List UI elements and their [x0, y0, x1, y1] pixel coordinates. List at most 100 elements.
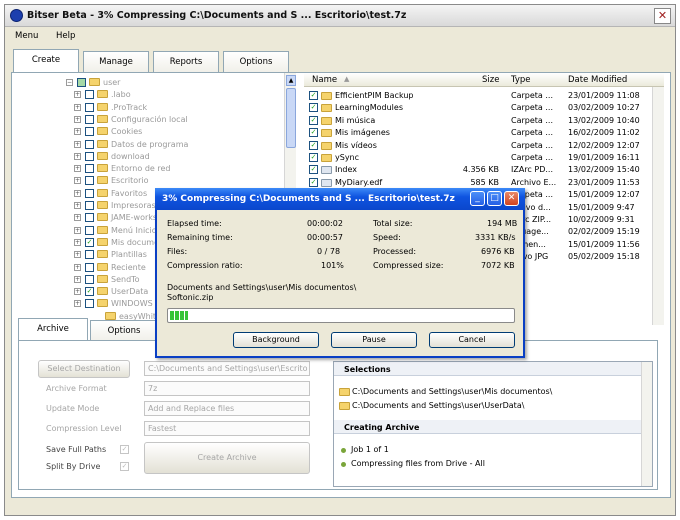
expander-icon[interactable]: +	[74, 251, 81, 259]
select-destination-button[interactable]: Select Destination	[38, 360, 130, 378]
tree-checkbox[interactable]	[85, 201, 94, 210]
expander-icon[interactable]: +	[74, 226, 81, 234]
file-row[interactable]: ✓ ySync Carpeta ... 19/01/2009 16:11	[304, 152, 664, 164]
file-checkbox[interactable]: ✓	[309, 165, 318, 175]
selections-scrollbar[interactable]	[641, 362, 652, 486]
tree-checkbox[interactable]: ✓	[85, 237, 94, 247]
tree-item-label: Cookies	[111, 127, 143, 137]
tree-checkbox[interactable]	[85, 127, 94, 137]
expander-icon[interactable]: +	[74, 128, 81, 136]
current-path: Documents and Settings\user\Mis document…	[167, 283, 357, 292]
col-name[interactable]: Name	[312, 75, 337, 85]
file-row[interactable]: ✓ MyDiary.edf 585 KB Archivo E... 23/01/2009…	[304, 177, 664, 189]
tree-checkbox[interactable]	[85, 225, 94, 235]
tree-item[interactable]: + download	[60, 151, 284, 162]
tree-checkbox[interactable]	[85, 188, 94, 198]
tree-checkbox[interactable]	[85, 274, 94, 284]
tab-create[interactable]: Create	[13, 49, 79, 73]
selections-title: Selections	[344, 365, 391, 374]
tree-item[interactable]: + .labo	[60, 89, 284, 100]
expander-icon[interactable]: +	[74, 165, 81, 173]
expander-icon[interactable]: +	[74, 103, 81, 111]
tab-archive[interactable]: Archive	[18, 318, 88, 342]
list-scrollbar[interactable]	[652, 87, 664, 325]
tree-checkbox[interactable]	[85, 114, 94, 124]
compression-level-select[interactable]: Fastest	[144, 421, 310, 436]
tree-checkbox[interactable]	[85, 90, 94, 100]
expander-icon[interactable]: +	[74, 152, 81, 160]
file-row[interactable]: ✓ Index 4.356 KB IZArc PD... 13/02/2009 15:4…	[304, 164, 664, 176]
create-archive-button[interactable]: Create Archive	[144, 442, 310, 474]
pause-button[interactable]: Pause	[331, 332, 417, 348]
tree-item[interactable]: + Escritorio	[60, 175, 284, 186]
expander-icon[interactable]: +	[74, 140, 81, 148]
tree-item[interactable]: + Configuración local	[60, 114, 284, 125]
tab-manage[interactable]: Manage	[83, 51, 149, 73]
file-checkbox[interactable]: ✓	[309, 128, 318, 138]
file-checkbox[interactable]: ✓	[309, 115, 318, 125]
expander-icon[interactable]: +	[74, 214, 81, 222]
tree-checkbox[interactable]	[85, 151, 94, 161]
tree-item[interactable]: + Cookies	[60, 126, 284, 137]
minimize-icon[interactable]: _	[470, 191, 485, 206]
destination-field[interactable]: C:\Documents and Settings\user\Escrito	[144, 361, 310, 376]
expander-icon[interactable]: −	[66, 79, 73, 86]
tree-item[interactable]: − user	[60, 77, 284, 88]
archive-format-select[interactable]: 7z	[144, 381, 310, 396]
folder-icon	[97, 225, 108, 234]
tree-checkbox[interactable]: ✓	[85, 287, 94, 297]
file-row[interactable]: ✓ EfficientPIM Backup Carpeta ... 23/01/200…	[304, 90, 664, 102]
file-checkbox[interactable]: ✓	[309, 103, 318, 113]
expander-icon[interactable]: +	[74, 263, 81, 271]
col-date[interactable]: Date Modified	[568, 75, 627, 85]
expander-icon[interactable]: +	[74, 115, 81, 123]
file-checkbox[interactable]: ✓	[309, 177, 318, 187]
scroll-thumb[interactable]	[286, 88, 296, 148]
file-checkbox[interactable]: ✓	[309, 91, 318, 100]
maximize-icon[interactable]: □	[487, 191, 502, 206]
cancel-button[interactable]: Cancel	[429, 332, 515, 348]
tree-checkbox[interactable]	[85, 299, 94, 309]
tree-checkbox[interactable]	[77, 78, 86, 87]
tree-item[interactable]: + Datos de programa	[60, 139, 284, 150]
update-mode-select[interactable]: Add and Replace files	[144, 401, 310, 416]
scroll-up-icon[interactable]: ▲	[286, 75, 296, 86]
tree-checkbox[interactable]	[85, 176, 94, 186]
save-full-paths-checkbox[interactable]: ✓	[120, 445, 129, 454]
expander-icon[interactable]: +	[74, 91, 81, 99]
tree-checkbox[interactable]	[85, 102, 94, 112]
tab-options[interactable]: Options	[223, 51, 289, 73]
expander-icon[interactable]: +	[74, 189, 81, 197]
file-checkbox[interactable]: ✓	[309, 153, 318, 162]
expander-icon[interactable]: +	[74, 177, 81, 185]
file-row[interactable]: ✓ Mis imágenes Carpeta ... 16/02/2009 11:02	[304, 127, 664, 139]
expander-icon[interactable]: +	[74, 300, 81, 308]
col-type[interactable]: Type	[511, 75, 531, 85]
close-button[interactable]: ✕	[654, 8, 671, 24]
tree-checkbox[interactable]	[85, 213, 94, 223]
file-row[interactable]: ✓ LearningModules Carpeta ... 03/02/2009 10…	[304, 102, 664, 114]
tree-checkbox[interactable]	[85, 262, 94, 272]
file-checkbox[interactable]: ✓	[309, 140, 318, 150]
background-button[interactable]: Background	[233, 332, 319, 348]
tab-archive-options[interactable]: Options	[90, 320, 158, 342]
expander-icon[interactable]: +	[74, 202, 81, 209]
cell-size: 4.356 KB	[462, 165, 499, 175]
expander-icon[interactable]: +	[74, 275, 81, 283]
file-row[interactable]: ✓ Mis vídeos Carpeta ... 12/02/2009 12:07	[304, 140, 664, 152]
folder-icon	[97, 114, 108, 123]
file-row[interactable]: ✓ Mi música Carpeta ... 13/02/2009 10:40	[304, 115, 664, 127]
tree-item[interactable]: + Entorno de red	[60, 163, 284, 174]
menu-item-menu[interactable]: Menu	[15, 31, 38, 41]
tree-checkbox[interactable]	[85, 250, 94, 260]
split-by-drive-checkbox[interactable]: ✓	[120, 462, 129, 471]
tree-checkbox[interactable]	[85, 139, 94, 149]
tree-checkbox[interactable]	[85, 164, 94, 174]
expander-icon[interactable]: +	[74, 238, 81, 246]
tab-reports[interactable]: Reports	[153, 51, 219, 73]
dialog-close-icon[interactable]: ✕	[504, 191, 519, 206]
menu-item-help[interactable]: Help	[56, 31, 75, 41]
expander-icon[interactable]: +	[74, 288, 81, 296]
tree-item[interactable]: + .ProTrack	[60, 102, 284, 113]
col-size[interactable]: Size	[482, 75, 499, 85]
